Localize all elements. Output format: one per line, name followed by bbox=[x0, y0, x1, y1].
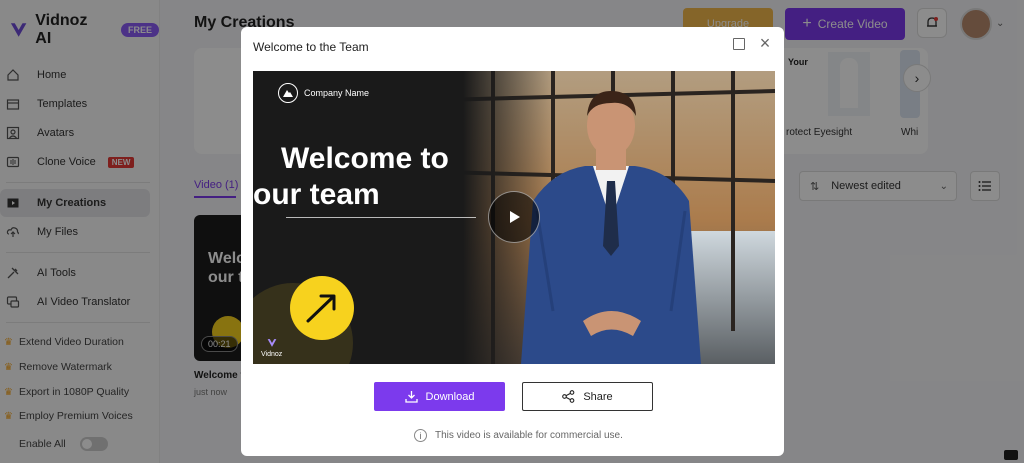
headline-line-1: Welcome to bbox=[281, 142, 449, 175]
modal-title: Welcome to the Team bbox=[253, 40, 369, 54]
watermark-text: Vidnoz bbox=[261, 351, 283, 358]
maximize-icon[interactable] bbox=[733, 38, 745, 50]
video-player[interactable]: Company Name Welcome to our team Vidnoz bbox=[253, 71, 775, 364]
vidnoz-watermark: Vidnoz bbox=[261, 337, 282, 358]
video-headline: Welcome to our team bbox=[253, 141, 449, 213]
close-icon[interactable]: × bbox=[757, 34, 773, 52]
share-label: Share bbox=[583, 390, 613, 403]
info-icon: i bbox=[414, 429, 427, 442]
headline-line-2: our team bbox=[253, 178, 380, 211]
share-button[interactable]: Share bbox=[522, 382, 653, 411]
company-logo: Company Name bbox=[278, 83, 369, 103]
commercial-use-notice: i This video is available for commercial… bbox=[414, 429, 623, 442]
vidnoz-logo-icon bbox=[267, 339, 277, 347]
play-button[interactable] bbox=[488, 191, 540, 243]
download-icon bbox=[404, 391, 418, 403]
notice-text: This video is available for commercial u… bbox=[435, 430, 623, 441]
video-preview-modal: Welcome to the Team × Company Name Welco… bbox=[241, 27, 784, 456]
download-label: Download bbox=[425, 390, 475, 403]
mountain-icon bbox=[278, 83, 298, 103]
company-name: Company Name bbox=[304, 88, 370, 98]
download-button[interactable]: Download bbox=[374, 382, 505, 411]
share-icon bbox=[562, 390, 575, 403]
headline-divider bbox=[286, 217, 476, 218]
play-icon bbox=[510, 211, 520, 223]
